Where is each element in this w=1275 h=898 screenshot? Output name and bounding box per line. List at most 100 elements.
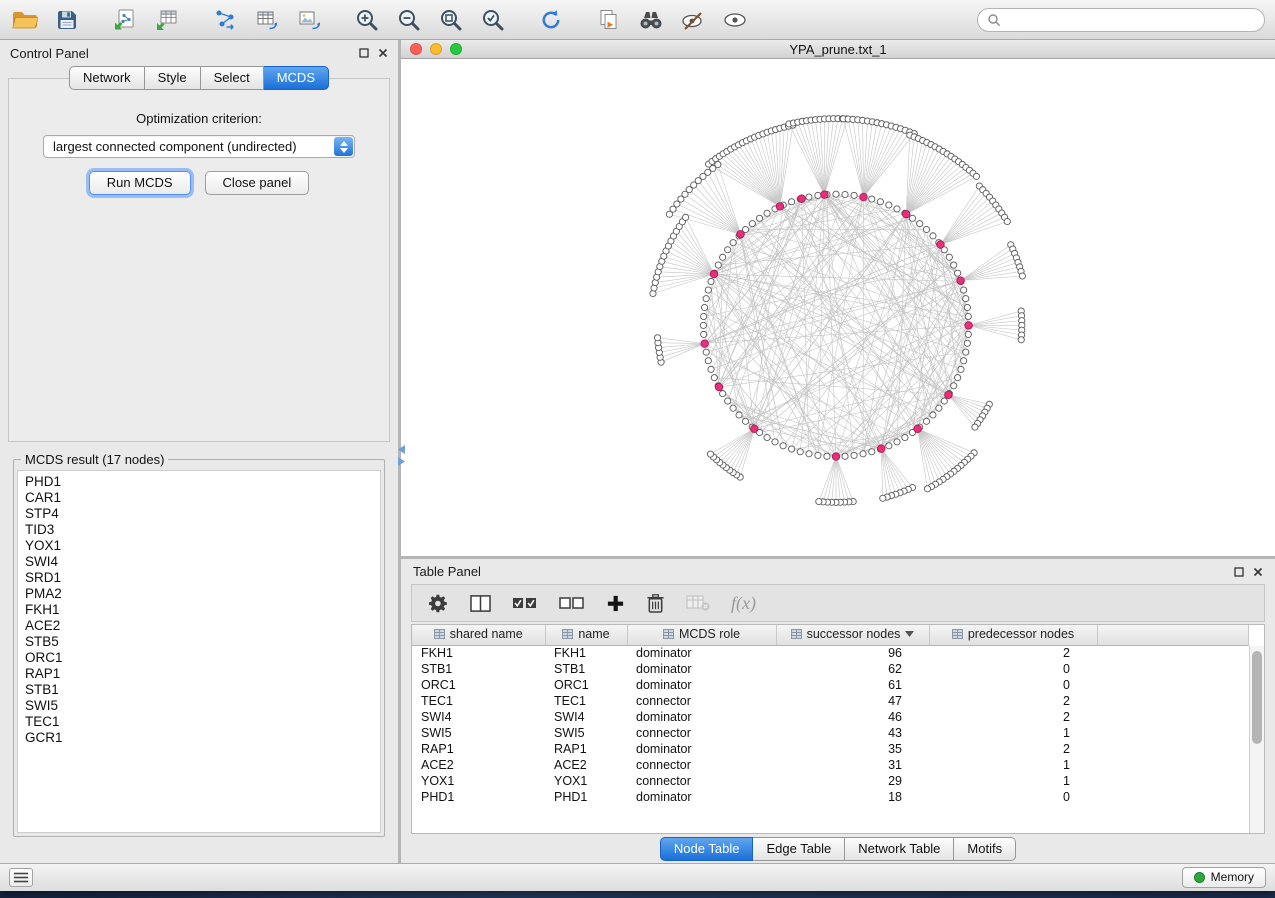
new-network-button[interactable] xyxy=(210,5,240,35)
mcds-result-item[interactable]: STB5 xyxy=(25,634,373,650)
tab-mcds[interactable]: MCDS xyxy=(264,66,329,90)
export-image-button[interactable] xyxy=(294,5,324,35)
table-cell: connector xyxy=(627,757,776,773)
run-mcds-button[interactable]: Run MCDS xyxy=(89,171,191,195)
table-row[interactable]: SWI4SWI4dominator462 xyxy=(412,709,1249,725)
panel-splitter[interactable] xyxy=(398,445,406,466)
table-settings-button[interactable] xyxy=(428,593,449,614)
table-row[interactable]: ORC1ORC1dominator610 xyxy=(412,677,1249,693)
tab-network[interactable]: Network xyxy=(69,66,145,90)
add-column-button[interactable] xyxy=(606,594,625,613)
col-header-successor-nodes[interactable]: successor nodes xyxy=(776,625,929,645)
col-header-shared-name[interactable]: shared name xyxy=(412,625,545,645)
network-canvas-svg xyxy=(401,59,1275,556)
float-panel-button[interactable] xyxy=(359,48,369,58)
mcds-result-item[interactable]: SWI4 xyxy=(25,554,373,570)
zoom-out-button[interactable] xyxy=(394,5,424,35)
save-session-button[interactable] xyxy=(52,5,82,35)
zoom-group xyxy=(352,5,508,35)
clone-network-button[interactable] xyxy=(594,5,624,35)
table-panel: Table Panel f(x) xyxy=(401,559,1275,863)
tab-edge-table[interactable]: Edge Table xyxy=(753,837,845,861)
mcds-result-item[interactable]: PMA2 xyxy=(25,586,373,602)
table-cell: ORC1 xyxy=(412,677,545,693)
zoom-selected-button[interactable] xyxy=(478,5,508,35)
mcds-result-list[interactable]: PHD1CAR1STP4TID3YOX1SWI4SRD1PMA2FKH1ACE2… xyxy=(17,470,381,833)
table-cell xyxy=(1097,725,1249,741)
table-row[interactable]: PHD1PHD1dominator180 xyxy=(412,789,1249,805)
table-row[interactable]: FKH1FKH1dominator962 xyxy=(412,645,1249,661)
col-header-name[interactable]: name xyxy=(545,625,627,645)
mcds-result-item[interactable]: ACE2 xyxy=(25,618,373,634)
col-header-mcds-role[interactable]: MCDS role xyxy=(627,625,776,645)
search-field[interactable] xyxy=(977,8,1265,32)
find-button[interactable] xyxy=(636,5,666,35)
close-table-panel-button[interactable] xyxy=(1253,567,1263,577)
mcds-result-item[interactable]: PHD1 xyxy=(25,474,373,490)
mcds-result-item[interactable]: SRD1 xyxy=(25,570,373,586)
table-scrollbar[interactable] xyxy=(1249,646,1264,833)
network-canvas[interactable] xyxy=(401,59,1275,556)
eye-icon xyxy=(722,9,748,31)
open-folder-icon xyxy=(12,9,38,31)
select-stepper-icon xyxy=(334,137,353,156)
main-toolbar xyxy=(0,0,1275,40)
tab-network-table[interactable]: Network Table xyxy=(845,837,954,861)
table-row[interactable]: YOX1YOX1connector291 xyxy=(412,773,1249,789)
delete-column-button[interactable] xyxy=(646,593,665,614)
show-details-button[interactable] xyxy=(720,5,750,35)
main-area: Control Panel Network Style Select MCDS … xyxy=(0,40,1275,863)
zoom-in-button[interactable] xyxy=(352,5,382,35)
mcds-result-item[interactable]: CAR1 xyxy=(25,490,373,506)
mcds-result-item[interactable]: TEC1 xyxy=(25,714,373,730)
zoom-selected-icon xyxy=(481,8,505,32)
table-row[interactable]: ACE2ACE2connector311 xyxy=(412,757,1249,773)
import-table-button[interactable] xyxy=(152,5,182,35)
mcds-result-item[interactable]: YOX1 xyxy=(25,538,373,554)
select-all-button[interactable] xyxy=(512,594,538,612)
mcds-result-item[interactable]: SWI5 xyxy=(25,698,373,714)
column-type-icon xyxy=(562,629,573,639)
mcds-result-item[interactable]: TID3 xyxy=(25,522,373,538)
search-input[interactable] xyxy=(1006,12,1255,28)
open-file-button[interactable] xyxy=(10,5,40,35)
new-table-button[interactable] xyxy=(252,5,282,35)
table-row[interactable]: TEC1TEC1connector472 xyxy=(412,693,1249,709)
mcds-result-item[interactable]: RAP1 xyxy=(25,666,373,682)
column-type-icon xyxy=(663,629,674,639)
table-row[interactable]: SWI5SWI5connector431 xyxy=(412,725,1249,741)
modify-view-button[interactable] xyxy=(678,5,708,35)
select-all-icon xyxy=(512,594,538,612)
close-mcds-panel-button[interactable]: Close panel xyxy=(205,171,310,195)
tab-node-table[interactable]: Node Table xyxy=(660,837,754,861)
import-network-button[interactable] xyxy=(110,5,140,35)
tab-style[interactable]: Style xyxy=(145,66,201,90)
table-cell: STB1 xyxy=(545,661,627,677)
tab-select[interactable]: Select xyxy=(201,66,264,90)
zoom-fit-button[interactable] xyxy=(436,5,466,35)
show-columns-button[interactable] xyxy=(470,594,491,613)
table-tabs: Node Table Edge Table Network Table Moti… xyxy=(401,834,1275,863)
memory-button[interactable]: Memory xyxy=(1182,867,1266,888)
optimization-criterion-select[interactable]: largest connected component (undirected) xyxy=(43,135,355,158)
table-cell: FKH1 xyxy=(545,645,627,661)
table-row[interactable]: RAP1RAP1dominator352 xyxy=(412,741,1249,757)
refresh-view-button[interactable] xyxy=(536,5,566,35)
float-table-panel-button[interactable] xyxy=(1234,567,1244,577)
tab-motifs[interactable]: Motifs xyxy=(954,837,1016,861)
table-scrollbar-thumb[interactable] xyxy=(1252,651,1262,744)
task-history-button[interactable] xyxy=(9,868,33,887)
mcds-result-item[interactable]: STB1 xyxy=(25,682,373,698)
table-cell: connector xyxy=(627,773,776,789)
mcds-result-item[interactable]: FKH1 xyxy=(25,602,373,618)
mcds-result-item[interactable]: GCR1 xyxy=(25,730,373,746)
table-cell xyxy=(1097,757,1249,773)
col-header-predecessor-nodes[interactable]: predecessor nodes xyxy=(929,625,1097,645)
deselect-all-button[interactable] xyxy=(559,594,585,612)
network-title: YPA_prune.txt_1 xyxy=(401,42,1275,57)
table-row[interactable]: STB1STB1dominator620 xyxy=(412,661,1249,677)
table-cell: 1 xyxy=(929,773,1097,789)
close-panel-button[interactable] xyxy=(378,48,388,58)
mcds-result-item[interactable]: ORC1 xyxy=(25,650,373,666)
mcds-result-item[interactable]: STP4 xyxy=(25,506,373,522)
